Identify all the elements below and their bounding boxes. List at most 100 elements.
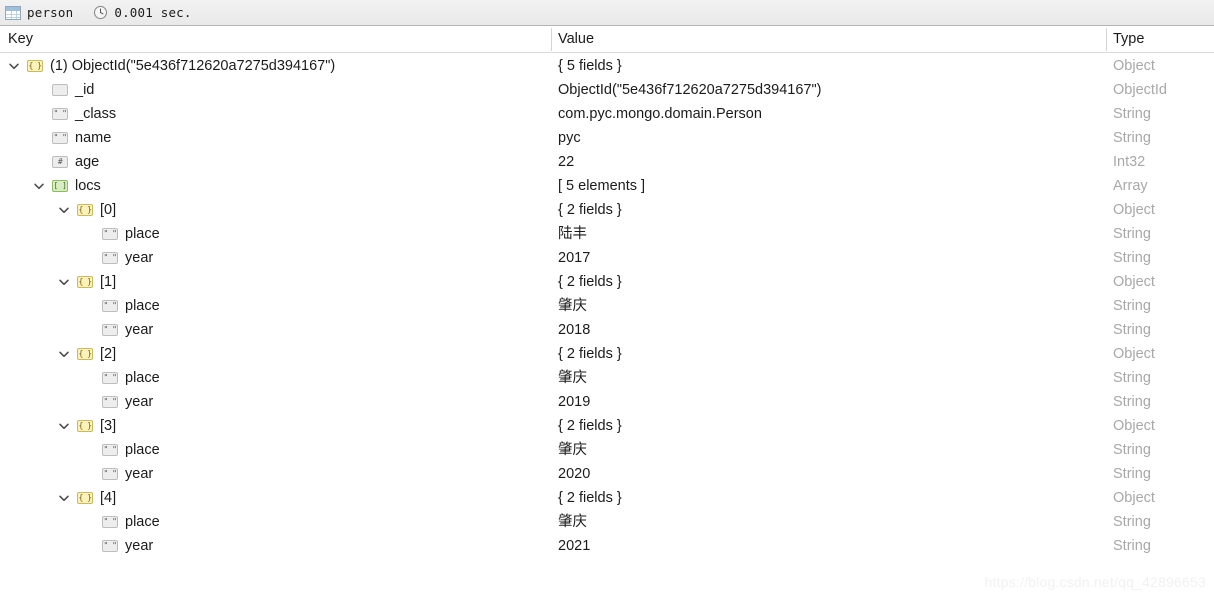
tree-row[interactable]: " " name pyc String <box>0 126 1214 150</box>
tree-row-key-label: year <box>125 394 154 410</box>
tree-row[interactable]: " " year 2021 String <box>0 534 1214 558</box>
object-node-icon: { } <box>77 492 93 504</box>
tree-row-type: Object <box>1113 418 1155 434</box>
object-node-icon: { } <box>77 420 93 432</box>
tree-row-type: String <box>1113 538 1151 554</box>
collection-indicator: person <box>5 0 73 25</box>
tree-row-value[interactable]: 肇庆 <box>558 510 587 534</box>
tree-row-value[interactable]: { 2 fields } <box>558 270 622 294</box>
tree-row-value[interactable]: pyc <box>558 126 581 150</box>
tree-row-key[interactable]: " " _class <box>31 102 116 126</box>
tree-row-value[interactable]: 肇庆 <box>558 366 587 390</box>
tree-row-key-label: name <box>75 130 112 146</box>
tree-row-key[interactable]: " " year <box>81 318 153 342</box>
tree-row[interactable]: [ ] locs [ 5 elements ] Array <box>0 174 1214 198</box>
collection-name: person <box>27 5 74 20</box>
tree-row-key[interactable]: " " year <box>81 462 153 486</box>
chevron-down-icon[interactable] <box>56 418 72 434</box>
column-header-value[interactable]: Value <box>552 26 1106 53</box>
tree-row-value[interactable]: 2019 <box>558 390 590 414</box>
tree-row[interactable]: " " year 2017 String <box>0 246 1214 270</box>
tree-row[interactable]: { } [3] { 2 fields } Object <box>0 414 1214 438</box>
tree-row-key[interactable]: { } [1] <box>56 270 116 294</box>
tree-row[interactable]: { } [2] { 2 fields } Object <box>0 342 1214 366</box>
tree-row-value[interactable]: { 2 fields } <box>558 486 622 510</box>
tree-row-key[interactable]: " " name <box>31 126 111 150</box>
tree-row-key[interactable]: { } (1) ObjectId("5e436f712620a7275d39416… <box>6 54 335 78</box>
chevron-down-icon[interactable] <box>6 58 22 74</box>
chevron-down-icon[interactable] <box>56 346 72 362</box>
tree-row-key[interactable]: { } [2] <box>56 342 116 366</box>
tree-row-key[interactable]: " " year <box>81 390 153 414</box>
tree-row[interactable]: " " place 肇庆 String <box>0 294 1214 318</box>
tree-row[interactable]: " " year 2018 String <box>0 318 1214 342</box>
tree-row-key[interactable]: _id <box>31 78 94 102</box>
chevron-down-icon[interactable] <box>31 178 47 194</box>
tree-row-type: ObjectId <box>1113 82 1167 98</box>
tree-row-value[interactable]: 2021 <box>558 534 590 558</box>
tree-row[interactable]: { } [1] { 2 fields } Object <box>0 270 1214 294</box>
tree-row-key[interactable]: # age <box>31 150 99 174</box>
tree-row-key-label: place <box>125 514 160 530</box>
tree-row[interactable]: " " place 陆丰 String <box>0 222 1214 246</box>
tree-row-value[interactable]: { 2 fields } <box>558 342 622 366</box>
tree-row-value[interactable]: 肇庆 <box>558 294 587 318</box>
tree-row-type: String <box>1113 442 1151 458</box>
tree-row-key-label: [3] <box>100 418 117 434</box>
string-node-icon: " " <box>102 372 118 384</box>
tree-row-value[interactable]: 2017 <box>558 246 590 270</box>
document-tree[interactable]: { } (1) ObjectId("5e436f712620a7275d39416… <box>0 54 1214 596</box>
tree-row-value[interactable]: 肇庆 <box>558 438 587 462</box>
tree-row[interactable]: " " _class com.pyc.mongo.domain.Person Stri… <box>0 102 1214 126</box>
tree-row-value[interactable]: 2018 <box>558 318 590 342</box>
chevron-down-icon[interactable] <box>56 202 72 218</box>
tree-row-type: String <box>1113 322 1151 338</box>
tree-row-key[interactable]: " " place <box>81 222 160 246</box>
tree-row-key[interactable]: " " place <box>81 366 160 390</box>
clock-icon <box>94 5 108 20</box>
tree-row[interactable]: " " year 2020 String <box>0 462 1214 486</box>
tree-row-key[interactable]: " " place <box>81 510 160 534</box>
tree-row-value[interactable]: { 2 fields } <box>558 198 622 222</box>
tree-row-value[interactable]: { 2 fields } <box>558 414 622 438</box>
tree-row-key[interactable]: { } [0] <box>56 198 116 222</box>
tree-row[interactable]: _id ObjectId("5e436f712620a7275d394167") O… <box>0 78 1214 102</box>
tree-row-value[interactable]: ObjectId("5e436f712620a7275d394167") <box>558 78 821 102</box>
tree-row-type: String <box>1113 298 1151 314</box>
chevron-down-icon[interactable] <box>56 490 72 506</box>
tree-row-key[interactable]: { } [4] <box>56 486 116 510</box>
tree-row-value[interactable]: 2020 <box>558 462 590 486</box>
tree-row-key[interactable]: { } [3] <box>56 414 116 438</box>
tree-row-key[interactable]: " " year <box>81 246 153 270</box>
tree-row-key[interactable]: " " place <box>81 438 160 462</box>
tree-row-value[interactable]: 22 <box>558 150 574 174</box>
tree-row-value[interactable]: [ 5 elements ] <box>558 174 645 198</box>
tree-row-key[interactable]: " " year <box>81 534 153 558</box>
tree-row[interactable]: { } (1) ObjectId("5e436f712620a7275d39416… <box>0 54 1214 78</box>
tree-row-value[interactable]: com.pyc.mongo.domain.Person <box>558 102 762 126</box>
string-node-icon: " " <box>102 516 118 528</box>
tree-row[interactable]: # age 22 Int32 <box>0 150 1214 174</box>
tree-row[interactable]: " " place 肇庆 String <box>0 366 1214 390</box>
tree-row-value[interactable]: 陆丰 <box>558 222 587 246</box>
tree-row-value[interactable]: { 5 fields } <box>558 54 622 78</box>
tree-row[interactable]: { } [0] { 2 fields } Object <box>0 198 1214 222</box>
tree-row-key-label: place <box>125 442 160 458</box>
chevron-down-icon[interactable] <box>56 274 72 290</box>
column-header-type[interactable]: Type <box>1107 26 1214 53</box>
tree-row-type: String <box>1113 394 1151 410</box>
string-node-icon: " " <box>52 108 68 120</box>
tree-row[interactable]: " " year 2019 String <box>0 390 1214 414</box>
tree-row-key[interactable]: [ ] locs <box>31 174 101 198</box>
column-header-key[interactable]: Key <box>0 26 551 53</box>
tree-row[interactable]: " " place 肇庆 String <box>0 510 1214 534</box>
grid-icon <box>5 5 21 20</box>
tree-row-key-label: locs <box>75 178 101 194</box>
tree-row[interactable]: " " place 肇庆 String <box>0 438 1214 462</box>
tree-row-type: Object <box>1113 58 1155 74</box>
tree-row-key-label: [1] <box>100 274 117 290</box>
tree-row-key-label: (1) ObjectId("5e436f712620a7275d394167") <box>50 58 336 74</box>
tree-row-key[interactable]: " " place <box>81 294 160 318</box>
tree-row[interactable]: { } [4] { 2 fields } Object <box>0 486 1214 510</box>
tree-row-key-label: place <box>125 298 160 314</box>
